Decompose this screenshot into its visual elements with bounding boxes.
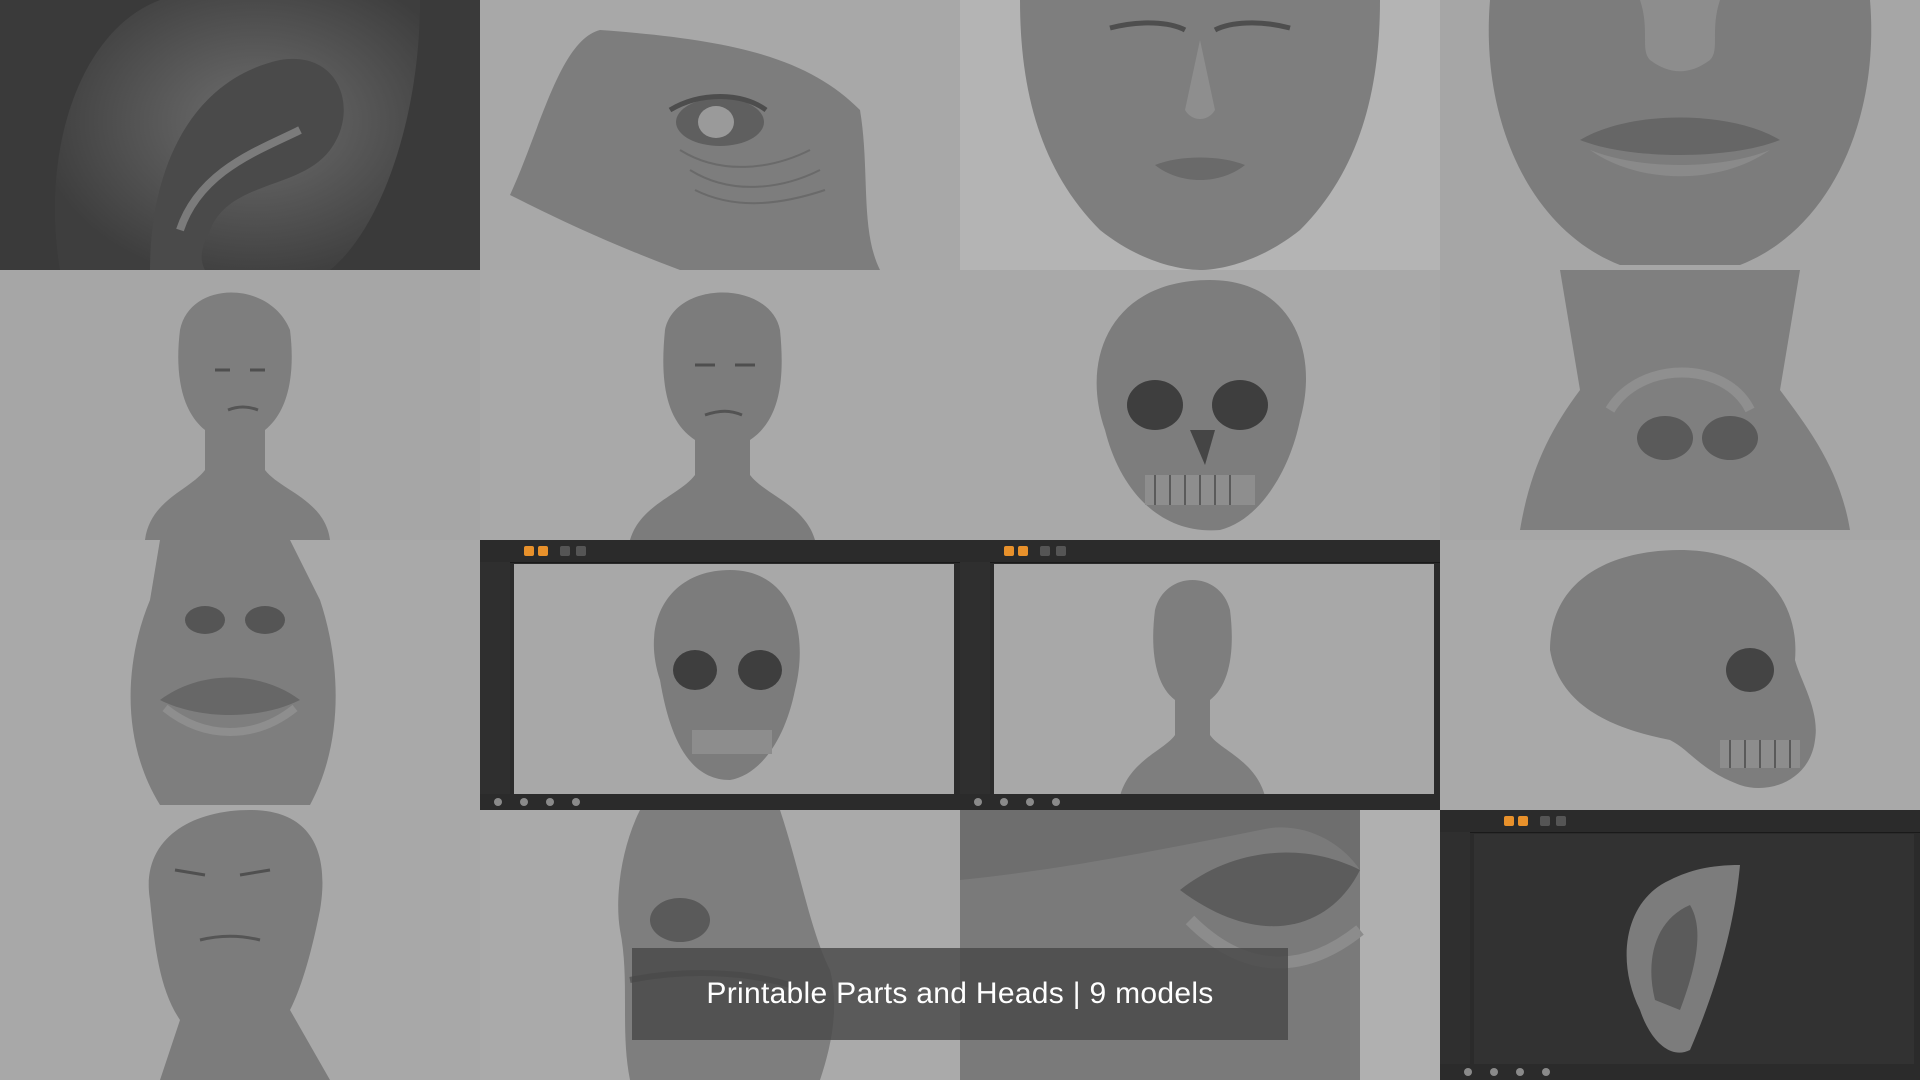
- tile-skull-three-quarter: [960, 270, 1440, 540]
- material-icon: [1000, 798, 1008, 806]
- tile-male-head-tilted: [0, 810, 480, 1080]
- tile-ear-closeup: [0, 0, 480, 270]
- tile-mouth-chin-front: [1440, 0, 1920, 270]
- tile-skull-side: [1440, 540, 1920, 810]
- tile-zbrush-female-bust: [960, 540, 1440, 810]
- material-icon: [1026, 798, 1034, 806]
- material-icon: [546, 798, 554, 806]
- material-icon: [974, 798, 982, 806]
- material-icon: [572, 798, 580, 806]
- material-icon: [1464, 1068, 1472, 1076]
- tile-zbrush-skull: [480, 540, 960, 810]
- caption-text: Printable Parts and Heads | 9 models: [706, 977, 1214, 1010]
- material-icon: [1516, 1068, 1524, 1076]
- female-face-front-image: [1020, 0, 1380, 270]
- zbrush-female-bust-viewport: [994, 564, 1434, 796]
- tile-zbrush-ear: [1440, 810, 1920, 1080]
- male-bust-front-image: [630, 292, 815, 540]
- ear-closeup-image: [54, 0, 420, 270]
- nose-front-image: [1520, 270, 1850, 530]
- tile-nose-front: [1440, 270, 1920, 540]
- zbrush-ear-viewport: [1474, 834, 1914, 1066]
- material-icon: [520, 798, 528, 806]
- material-icon: [1542, 1068, 1550, 1076]
- male-head-tilted-image: [148, 810, 330, 1080]
- tile-female-face-front: [960, 0, 1440, 270]
- material-icon: [1052, 798, 1060, 806]
- skull-three-quarter-image: [1096, 280, 1306, 531]
- mouth-chin-front-image: [1488, 0, 1872, 265]
- material-icon: [1490, 1068, 1498, 1076]
- zbrush-material-shelf: [480, 794, 960, 810]
- skull-side-image: [1550, 550, 1816, 788]
- caption-banner: Printable Parts and Heads | 9 models: [632, 948, 1288, 1040]
- model-collage: [0, 0, 1920, 1080]
- female-bust-front-image: [145, 292, 330, 540]
- tile-aged-eye-detail: [480, 0, 960, 270]
- zbrush-skull-viewport: [514, 564, 954, 796]
- zbrush-material-shelf: [1440, 1064, 1920, 1080]
- aged-eye-detail-image: [510, 30, 880, 270]
- nose-mouth-front-image: [130, 540, 336, 805]
- material-icon: [494, 798, 502, 806]
- zbrush-material-shelf: [960, 794, 1440, 810]
- tile-male-bust-front: [480, 270, 960, 540]
- tile-nose-mouth-front: [0, 540, 480, 810]
- tile-female-bust-front: [0, 270, 480, 540]
